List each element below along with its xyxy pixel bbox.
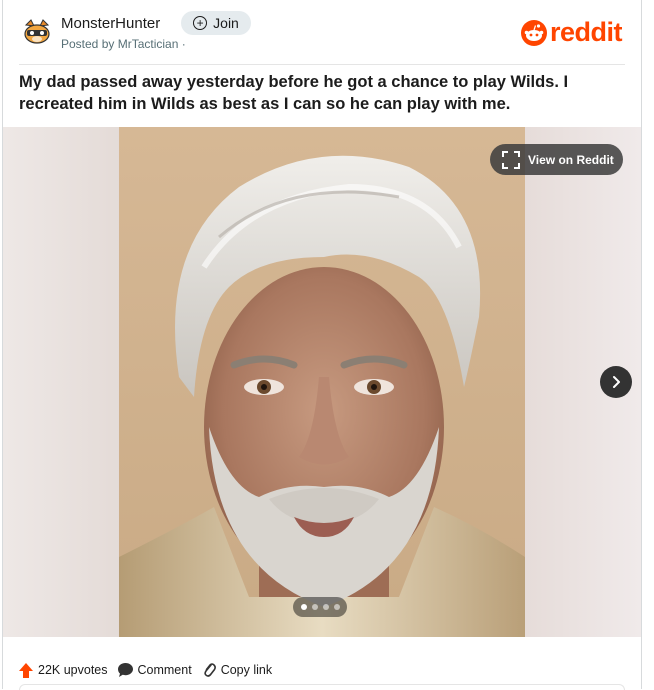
carousel-dot[interactable] [333,604,340,610]
link-icon [204,663,216,677]
upvote-count: 22K upvotes [38,663,108,677]
portrait-illustration [119,127,525,637]
carousel-indicator [293,597,347,617]
subreddit-avatar[interactable] [21,16,53,48]
reddit-logo[interactable]: reddit [521,17,623,48]
carousel-dot[interactable] [322,604,329,610]
comment-action[interactable]: Comment [117,663,192,677]
comment-label: Comment [137,663,192,677]
media-backdrop-left [3,127,121,637]
post-title[interactable]: My dad passed away yesterday before he g… [19,71,629,115]
expand-icon [502,150,520,169]
upvote-arrow-icon [19,662,33,678]
upvote-action[interactable]: 22K upvotes [19,662,108,678]
copy-link-label: Copy link [220,663,273,677]
join-button[interactable]: + Join [181,11,251,35]
post-actions: 22K upvotes Comment Copy link [19,660,272,680]
view-on-reddit-button[interactable]: View on Reddit [490,144,623,175]
subreddit-name[interactable]: MonsterHunter [61,15,160,32]
cat-avatar-icon [21,16,53,48]
media-carousel[interactable] [3,127,641,637]
carousel-next-button[interactable] [600,366,632,398]
copy-link-action[interactable]: Copy link [202,662,272,678]
plus-icon: + [193,16,208,30]
carousel-dot[interactable] [311,604,318,610]
reddit-snoo-icon [521,19,547,46]
post-embed-card: MonsterHunter Posted by MrTactician · + … [2,0,642,690]
header-divider [19,64,625,65]
posted-by: Posted by MrTactician · [61,37,186,51]
reddit-wordmark: reddit [550,17,623,47]
post-header: MonsterHunter Posted by MrTactician · + … [3,0,641,64]
join-label: Join [213,15,239,31]
view-on-reddit-label: View on Reddit [528,152,614,167]
chevron-right-icon [613,376,620,388]
comment-bubble-icon [117,663,133,677]
carousel-dot[interactable] [300,604,307,610]
comment-box-edge [19,684,625,690]
post-image[interactable] [119,127,525,637]
